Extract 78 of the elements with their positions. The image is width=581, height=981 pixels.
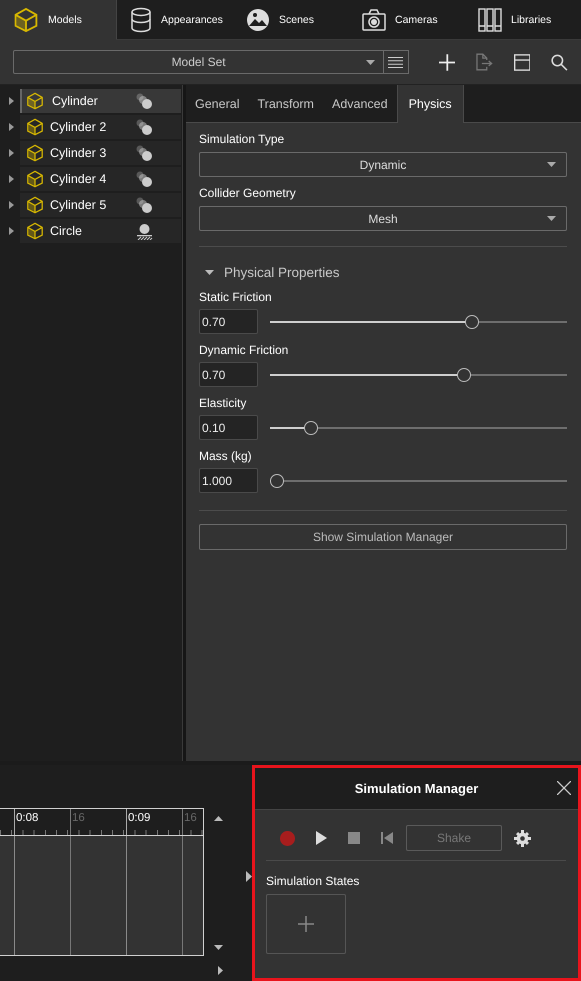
caret-icon <box>366 60 376 65</box>
expand-arrow-icon[interactable] <box>9 201 14 209</box>
time-label: 16 <box>70 809 126 835</box>
search-icon[interactable] <box>551 54 568 70</box>
tree-item[interactable]: Cylinder 4 <box>20 167 181 191</box>
plus-icon <box>298 916 314 932</box>
cube-icon <box>26 144 44 162</box>
caret-icon[interactable] <box>205 270 214 274</box>
field-label: Mass (kg) <box>199 449 253 463</box>
list-menu-button[interactable] <box>384 50 409 74</box>
tab[interactable]: Transform <box>248 85 323 122</box>
skip-back-icon[interactable] <box>381 832 393 844</box>
cube-icon <box>26 170 44 188</box>
play-icon[interactable] <box>316 831 327 845</box>
model-set-dropdown[interactable]: Model Set <box>13 50 384 74</box>
settings-icon[interactable] <box>514 830 531 846</box>
layout-icon[interactable] <box>514 54 530 70</box>
dropdown[interactable]: Mesh <box>199 206 567 231</box>
expand-arrow-icon[interactable] <box>9 227 14 235</box>
value-field[interactable]: 1.000 <box>199 468 258 493</box>
ball-motion-icon <box>135 196 153 214</box>
tree-item[interactable]: Cylinder <box>20 89 181 113</box>
field-label: Static Friction <box>199 290 273 304</box>
camera-icon <box>362 8 386 30</box>
ball-motion-icon <box>135 92 153 110</box>
value-field[interactable]: 0.70 <box>199 309 258 334</box>
ball-on-ground-icon <box>136 222 153 240</box>
tab[interactable]: Physics <box>396 85 464 123</box>
expand-arrow-icon[interactable] <box>9 149 14 157</box>
close-icon[interactable] <box>557 781 571 795</box>
time-label: 0:08 <box>14 809 70 835</box>
tree-item[interactable]: Cylinder 5 <box>20 193 181 217</box>
cube-icon <box>26 196 44 214</box>
tab[interactable]: Models <box>0 0 117 40</box>
section-label: Simulation States <box>266 874 360 888</box>
value-field[interactable]: 0.10 <box>199 415 258 440</box>
expand-arrow-icon[interactable] <box>9 175 14 183</box>
ball-motion-icon <box>135 170 153 188</box>
expand-arrow-icon[interactable] <box>9 123 14 131</box>
tab[interactable]: General <box>186 85 248 122</box>
field-label: Elasticity <box>199 396 248 410</box>
expand-arrow-icon[interactable] <box>9 97 14 105</box>
plus-icon[interactable] <box>438 54 456 70</box>
tree-item[interactable]: Cylinder 2 <box>20 115 181 139</box>
value-field[interactable]: 0.70 <box>199 362 258 387</box>
cube-icon <box>26 92 44 110</box>
cube-icon <box>26 118 44 136</box>
menu-icon <box>388 56 404 68</box>
slider-thumb[interactable] <box>465 314 480 328</box>
bucket-icon <box>130 6 152 32</box>
slider-thumb[interactable] <box>304 420 318 434</box>
panel-title: Simulation Manager <box>354 781 478 796</box>
tree-item[interactable]: Cylinder 3 <box>20 141 181 165</box>
caret-icon <box>547 162 556 167</box>
cube-icon <box>13 6 39 32</box>
scroll-right-icon[interactable] <box>218 966 223 975</box>
tree-item[interactable]: Circle <box>20 219 181 243</box>
field-label: Collider Geometry <box>199 186 297 200</box>
field-label: Dynamic Friction <box>199 343 290 357</box>
cube-icon <box>26 222 44 240</box>
scroll-down-icon[interactable] <box>214 945 222 950</box>
slider-thumb[interactable] <box>270 474 284 488</box>
image-icon <box>246 8 270 32</box>
slider-thumb[interactable] <box>456 368 471 382</box>
section-title: Physical Properties <box>224 264 340 280</box>
caret-icon <box>547 216 556 221</box>
show-simulation-manager-button[interactable]: Show Simulation Manager <box>199 524 567 550</box>
field-label: Simulation Type <box>199 132 286 146</box>
books-icon <box>478 8 502 32</box>
scroll-up-icon[interactable] <box>214 816 222 821</box>
export-icon[interactable] <box>476 53 493 71</box>
time-label: 0:09 <box>126 809 182 835</box>
tab[interactable]: Advanced <box>322 85 397 122</box>
timeline-ruler[interactable]: 0:08 16 0:09 16 <box>0 808 204 956</box>
dropdown[interactable]: Dynamic <box>199 152 567 177</box>
expand-panel-icon[interactable] <box>246 871 252 882</box>
ball-motion-icon <box>135 118 153 136</box>
ball-motion-icon <box>135 144 153 162</box>
